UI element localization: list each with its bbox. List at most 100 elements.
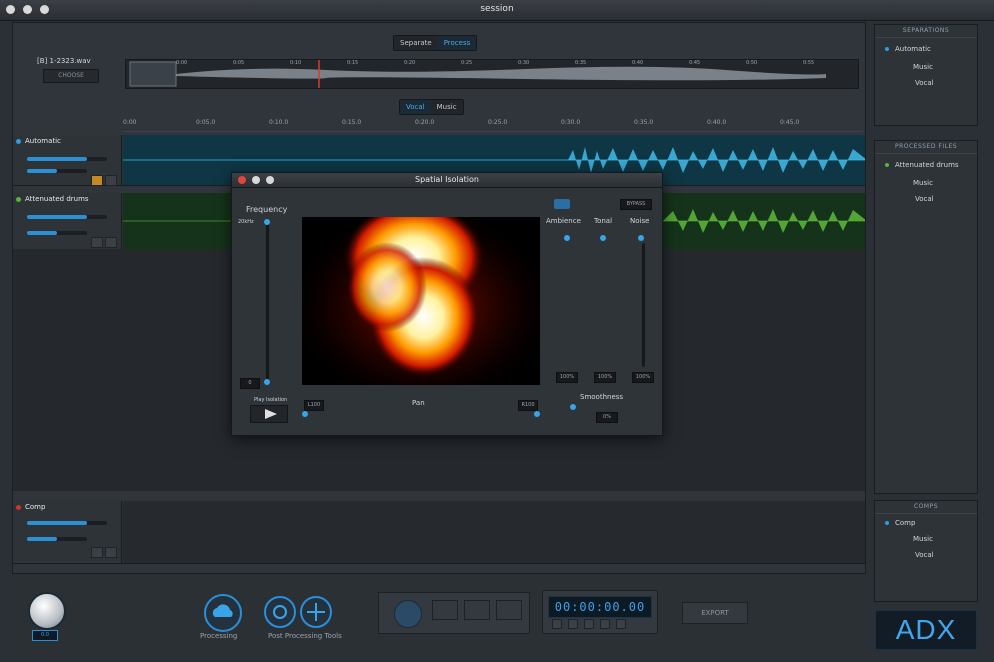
zoom-tool-button[interactable] — [432, 600, 458, 620]
master-volume-knob[interactable] — [28, 592, 66, 630]
track-color-dot — [16, 197, 21, 202]
comp-item[interactable]: Music — [913, 535, 933, 543]
vocal-view-tab[interactable]: Vocal — [400, 100, 431, 114]
navigation-pad[interactable] — [394, 600, 422, 628]
track-header: Comp — [13, 501, 122, 563]
separations-header: SEPARATIONS — [875, 25, 977, 38]
link-toggle[interactable] — [554, 199, 570, 209]
mute-button[interactable] — [105, 237, 117, 248]
choose-file-button[interactable]: CHOOSE — [43, 69, 99, 83]
frequency-top-handle[interactable] — [264, 219, 270, 225]
stop-button[interactable] — [568, 619, 578, 629]
overview-tick-label: 0:00 — [176, 60, 188, 66]
comp-item[interactable]: Comp — [885, 519, 915, 527]
post-tool-button-1[interactable] — [264, 596, 296, 628]
frequency-range-slider[interactable] — [266, 221, 269, 381]
solo-button[interactable] — [91, 547, 103, 558]
track-pan-slider[interactable] — [27, 537, 87, 541]
track-gain-fader[interactable] — [27, 157, 107, 161]
smoothness-value[interactable]: 0% — [596, 412, 618, 423]
solo-button[interactable] — [91, 175, 103, 186]
tonal-handle[interactable] — [600, 235, 606, 241]
gear-icon — [273, 605, 287, 619]
ambience-label: Ambience — [546, 217, 581, 225]
music-view-tab[interactable]: Music — [431, 100, 463, 114]
smoothness-handle[interactable] — [570, 404, 576, 410]
separation-item[interactable]: Music — [913, 63, 933, 71]
play-icon — [265, 409, 277, 419]
export-button[interactable]: EXPORT — [682, 602, 748, 624]
overview-tick-label: 0:10 — [290, 60, 302, 66]
post-tool-button-2[interactable] — [300, 596, 332, 628]
track-name: Comp — [25, 503, 46, 511]
ruler-tick-label: 0:30.0 — [561, 119, 581, 126]
processed-item[interactable]: Attenuated drums — [885, 161, 959, 169]
track-pan-slider[interactable] — [27, 169, 87, 173]
play-button[interactable] — [584, 619, 594, 629]
ruler-tick-label: 0:25.0 — [488, 119, 508, 126]
process-tab[interactable]: Process — [437, 36, 477, 50]
ruler-tick-label: 0:15.0 — [342, 119, 362, 126]
separation-item[interactable]: Automatic — [885, 45, 931, 53]
ambience-handle[interactable] — [564, 235, 570, 241]
frequency-bottom-handle[interactable] — [264, 379, 270, 385]
hand-tool-button[interactable] — [464, 600, 490, 620]
comps-header: COMPS — [875, 501, 977, 514]
overview-waveform[interactable]: 0:00 0:05 0:10 0:15 0:20 0:25 0:30 0:35 0:40 0:45… — [125, 59, 859, 89]
noise-handle[interactable] — [638, 235, 644, 241]
track-color-dot — [16, 139, 21, 144]
pan-label: Pan — [412, 399, 425, 407]
timeline-ruler[interactable]: 0:00 0:05.0 0:10.0 0:15.0 0:20.0 0:25.0 0:30.0… — [123, 119, 863, 132]
track-gain-fader[interactable] — [27, 215, 107, 219]
master-volume-value[interactable]: 0.0 — [32, 630, 58, 641]
crosshair-icon — [307, 603, 325, 621]
processed-item[interactable]: Music — [913, 179, 933, 187]
noise-slider[interactable] — [642, 243, 645, 367]
tonal-label: Tonal — [594, 217, 613, 225]
overview-tick-label: 0:35 — [575, 60, 587, 66]
heatmap-graphic — [302, 217, 540, 385]
spatial-heatmap[interactable] — [302, 217, 540, 385]
track-lane[interactable] — [123, 501, 865, 563]
comp-item[interactable]: Vocal — [915, 551, 934, 559]
dialog-title: Spatial Isolation — [415, 175, 479, 184]
cloud-icon — [212, 604, 233, 617]
play-isolation-button[interactable] — [250, 405, 288, 423]
bypass-button[interactable]: BYPASS — [620, 199, 652, 210]
mute-button[interactable] — [105, 547, 117, 558]
post-tools-label: Post Processing Tools — [268, 632, 342, 640]
ambience-value[interactable]: 100% — [556, 372, 578, 383]
timecode-display: 00:00:00.00 — [548, 596, 652, 618]
track-gain-fader[interactable] — [27, 521, 107, 525]
pan-left-value[interactable]: L100 — [304, 400, 324, 411]
separate-tab[interactable]: Separate — [394, 36, 438, 50]
pan-left-handle[interactable] — [302, 411, 308, 417]
processing-button[interactable] — [204, 594, 242, 632]
overview-tick-label: 0:55 — [803, 60, 815, 66]
tonal-value[interactable]: 100% — [594, 372, 616, 383]
overview-tick-label: 0:25 — [461, 60, 473, 66]
track-pan-slider[interactable] — [27, 231, 87, 235]
select-tool-button[interactable] — [496, 600, 522, 620]
solo-button[interactable] — [91, 237, 103, 248]
dialog-title-bar: Spatial Isolation — [232, 173, 662, 188]
file-name: [B] 1-2323.wav — [37, 57, 91, 65]
track-header: Attenuated drums — [13, 193, 122, 249]
mute-button[interactable] — [105, 175, 117, 186]
pan-right-handle[interactable] — [534, 411, 540, 417]
separation-item[interactable]: Vocal — [915, 79, 934, 87]
overview-tick-label: 0:40 — [632, 60, 644, 66]
app-window: session Separate Process [B] 1-2323.wav … — [0, 0, 994, 662]
pan-right-value[interactable]: R100 — [518, 400, 538, 411]
processing-label: Processing — [200, 632, 238, 640]
frequency-bottom-value[interactable]: 0 — [240, 378, 260, 389]
ruler-tick-label: 0:35.0 — [634, 119, 654, 126]
ruler-tick-label: 0:10.0 — [269, 119, 289, 126]
rewind-button[interactable] — [552, 619, 562, 629]
overview-tick-label: 0:15 — [347, 60, 359, 66]
loop-button[interactable] — [616, 619, 626, 629]
fast-forward-button[interactable] — [600, 619, 610, 629]
track-name: Attenuated drums — [25, 195, 89, 203]
noise-value[interactable]: 100% — [632, 372, 654, 383]
processed-item[interactable]: Vocal — [915, 195, 934, 203]
